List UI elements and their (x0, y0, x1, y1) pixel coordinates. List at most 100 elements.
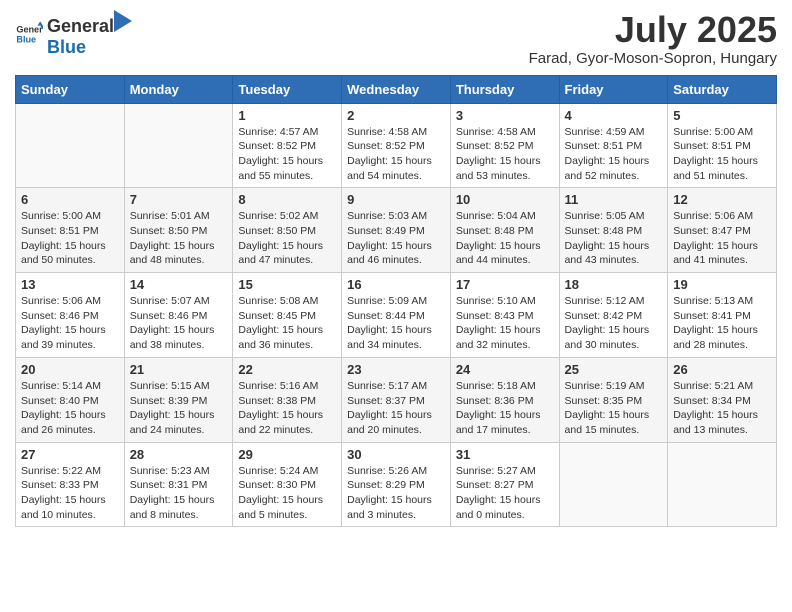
weekday-header-friday: Friday (559, 75, 668, 103)
weekday-header-sunday: Sunday (16, 75, 125, 103)
day-info: Sunrise: 5:00 AM Sunset: 8:51 PM Dayligh… (673, 125, 771, 184)
calendar-cell: 14 Sunrise: 5:07 AM Sunset: 8:46 PM Dayli… (124, 273, 233, 358)
day-number: 14 (130, 277, 228, 292)
logo-text-block: General Blue (47, 10, 132, 58)
weekday-header-thursday: Thursday (450, 75, 559, 103)
day-number: 24 (456, 362, 554, 377)
calendar-cell (124, 103, 233, 188)
day-number: 25 (565, 362, 663, 377)
day-info: Sunrise: 5:06 AM Sunset: 8:47 PM Dayligh… (673, 209, 771, 268)
calendar-week-2: 6 Sunrise: 5:00 AM Sunset: 8:51 PM Daylig… (16, 188, 777, 273)
calendar-cell: 8Sunrise: 5:02 AM Sunset: 8:50 PM Daylig… (233, 188, 342, 273)
calendar-cell: 16Sunrise: 5:09 AM Sunset: 8:44 PM Dayli… (342, 273, 451, 358)
calendar-cell: 23 Sunrise: 5:17 AM Sunset: 8:37 PM Dayli… (342, 357, 451, 442)
day-info: Sunrise: 5:19 AM Sunset: 8:35 PM Dayligh… (565, 379, 663, 438)
calendar: SundayMondayTuesdayWednesdayThursdayFrid… (15, 75, 777, 528)
day-info: Sunrise: 5:23 AM Sunset: 8:31 PM Dayligh… (130, 464, 228, 523)
calendar-cell: 9Sunrise: 5:03 AM Sunset: 8:49 PM Daylig… (342, 188, 451, 273)
day-info: Sunrise: 5:05 AM Sunset: 8:48 PM Dayligh… (565, 209, 663, 268)
day-number: 13 (21, 277, 119, 292)
day-number: 18 (565, 277, 663, 292)
day-number: 23 (347, 362, 445, 377)
day-number: 1 (238, 108, 336, 123)
calendar-cell: 17 Sunrise: 5:10 AM Sunset: 8:43 PM Dayli… (450, 273, 559, 358)
calendar-cell: 10 Sunrise: 5:04 AM Sunset: 8:48 PM Dayli… (450, 188, 559, 273)
day-info: Sunrise: 5:18 AM Sunset: 8:36 PM Dayligh… (456, 379, 554, 438)
day-info: Sunrise: 5:17 AM Sunset: 8:37 PM Dayligh… (347, 379, 445, 438)
day-number: 15 (238, 277, 336, 292)
day-info: Sunrise: 5:07 AM Sunset: 8:46 PM Dayligh… (130, 294, 228, 353)
logo: General Blue General Blue (15, 10, 132, 58)
day-info: Sunrise: 5:02 AM Sunset: 8:50 PM Dayligh… (238, 209, 336, 268)
subtitle: Farad, Gyor-Moson-Sopron, Hungary (529, 50, 777, 67)
calendar-cell: 5 Sunrise: 5:00 AM Sunset: 8:51 PM Daylig… (668, 103, 777, 188)
logo-icon: General Blue (15, 20, 43, 48)
calendar-cell: 28 Sunrise: 5:23 AM Sunset: 8:31 PM Dayli… (124, 442, 233, 527)
day-number: 9 (347, 192, 445, 207)
day-number: 20 (21, 362, 119, 377)
calendar-cell: 20 Sunrise: 5:14 AM Sunset: 8:40 PM Dayli… (16, 357, 125, 442)
day-number: 6 (21, 192, 119, 207)
day-number: 11 (565, 192, 663, 207)
calendar-week-3: 13 Sunrise: 5:06 AM Sunset: 8:46 PM Dayli… (16, 273, 777, 358)
day-number: 10 (456, 192, 554, 207)
calendar-cell: 26Sunrise: 5:21 AM Sunset: 8:34 PM Dayli… (668, 357, 777, 442)
calendar-cell: 3 Sunrise: 4:58 AM Sunset: 8:52 PM Daylig… (450, 103, 559, 188)
day-number: 31 (456, 447, 554, 462)
svg-text:General: General (16, 25, 43, 35)
calendar-week-1: 1 Sunrise: 4:57 AM Sunset: 8:52 PM Daylig… (16, 103, 777, 188)
day-info: Sunrise: 5:14 AM Sunset: 8:40 PM Dayligh… (21, 379, 119, 438)
weekday-header-wednesday: Wednesday (342, 75, 451, 103)
day-number: 21 (130, 362, 228, 377)
day-info: Sunrise: 5:09 AM Sunset: 8:44 PM Dayligh… (347, 294, 445, 353)
day-info: Sunrise: 5:08 AM Sunset: 8:45 PM Dayligh… (238, 294, 336, 353)
calendar-cell: 21 Sunrise: 5:15 AM Sunset: 8:39 PM Dayli… (124, 357, 233, 442)
svg-text:Blue: Blue (16, 34, 36, 44)
day-info: Sunrise: 5:13 AM Sunset: 8:41 PM Dayligh… (673, 294, 771, 353)
day-info: Sunrise: 4:59 AM Sunset: 8:51 PM Dayligh… (565, 125, 663, 184)
calendar-cell: 7 Sunrise: 5:01 AM Sunset: 8:50 PM Daylig… (124, 188, 233, 273)
calendar-cell: 4 Sunrise: 4:59 AM Sunset: 8:51 PM Daylig… (559, 103, 668, 188)
day-info: Sunrise: 4:58 AM Sunset: 8:52 PM Dayligh… (456, 125, 554, 184)
day-number: 17 (456, 277, 554, 292)
calendar-cell: 1 Sunrise: 4:57 AM Sunset: 8:52 PM Daylig… (233, 103, 342, 188)
day-number: 5 (673, 108, 771, 123)
day-number: 29 (238, 447, 336, 462)
calendar-cell: 19 Sunrise: 5:13 AM Sunset: 8:41 PM Dayli… (668, 273, 777, 358)
weekday-header-saturday: Saturday (668, 75, 777, 103)
day-info: Sunrise: 5:00 AM Sunset: 8:51 PM Dayligh… (21, 209, 119, 268)
calendar-cell: 13 Sunrise: 5:06 AM Sunset: 8:46 PM Dayli… (16, 273, 125, 358)
calendar-cell (559, 442, 668, 527)
day-info: Sunrise: 5:12 AM Sunset: 8:42 PM Dayligh… (565, 294, 663, 353)
day-info: Sunrise: 5:06 AM Sunset: 8:46 PM Dayligh… (21, 294, 119, 353)
day-number: 2 (347, 108, 445, 123)
day-number: 26 (673, 362, 771, 377)
day-number: 22 (238, 362, 336, 377)
calendar-cell (16, 103, 125, 188)
day-info: Sunrise: 4:58 AM Sunset: 8:52 PM Dayligh… (347, 125, 445, 184)
calendar-cell: 11 Sunrise: 5:05 AM Sunset: 8:48 PM Dayli… (559, 188, 668, 273)
logo-text-blue: Blue (47, 37, 86, 57)
day-info: Sunrise: 5:01 AM Sunset: 8:50 PM Dayligh… (130, 209, 228, 268)
day-info: Sunrise: 5:24 AM Sunset: 8:30 PM Dayligh… (238, 464, 336, 523)
calendar-cell: 30 Sunrise: 5:26 AM Sunset: 8:29 PM Dayli… (342, 442, 451, 527)
day-number: 19 (673, 277, 771, 292)
calendar-week-5: 27Sunrise: 5:22 AM Sunset: 8:33 PM Dayli… (16, 442, 777, 527)
weekday-header-row: SundayMondayTuesdayWednesdayThursdayFrid… (16, 75, 777, 103)
day-info: Sunrise: 5:15 AM Sunset: 8:39 PM Dayligh… (130, 379, 228, 438)
calendar-cell: 24 Sunrise: 5:18 AM Sunset: 8:36 PM Dayli… (450, 357, 559, 442)
day-info: Sunrise: 5:04 AM Sunset: 8:48 PM Dayligh… (456, 209, 554, 268)
calendar-cell: 27Sunrise: 5:22 AM Sunset: 8:33 PM Dayli… (16, 442, 125, 527)
day-info: Sunrise: 5:10 AM Sunset: 8:43 PM Dayligh… (456, 294, 554, 353)
title-area: July 2025 Farad, Gyor-Moson-Sopron, Hung… (529, 10, 777, 67)
day-number: 28 (130, 447, 228, 462)
day-number: 4 (565, 108, 663, 123)
day-number: 3 (456, 108, 554, 123)
day-info: Sunrise: 5:26 AM Sunset: 8:29 PM Dayligh… (347, 464, 445, 523)
calendar-cell: 6 Sunrise: 5:00 AM Sunset: 8:51 PM Daylig… (16, 188, 125, 273)
logo-text-general: General (47, 16, 114, 37)
day-number: 30 (347, 447, 445, 462)
day-info: Sunrise: 4:57 AM Sunset: 8:52 PM Dayligh… (238, 125, 336, 184)
day-number: 7 (130, 192, 228, 207)
day-number: 12 (673, 192, 771, 207)
